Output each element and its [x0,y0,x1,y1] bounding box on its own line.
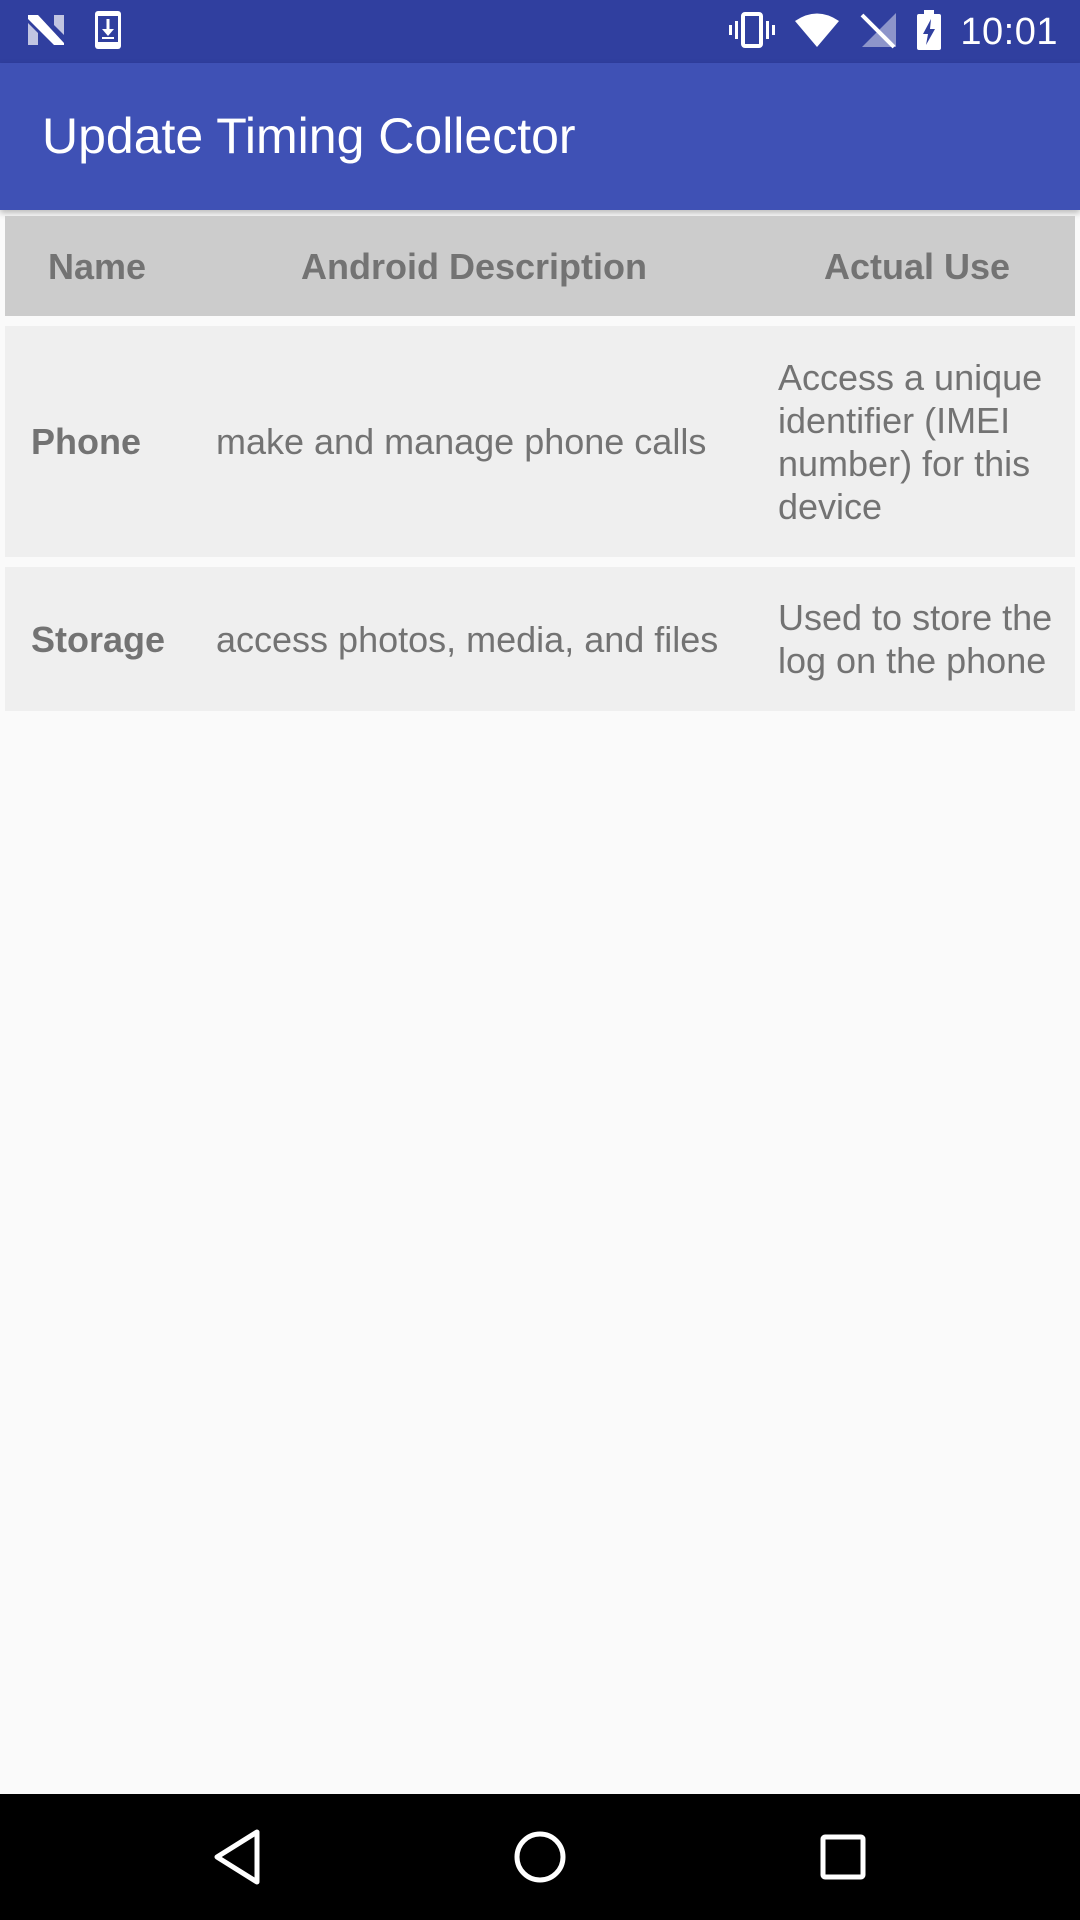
download-icon [94,10,122,55]
row-description: access photos, media, and files [216,618,719,660]
status-time: 10:01 [960,10,1058,53]
header-actual-use: Actual Use [823,245,1011,287]
row-name: Storage [31,618,166,660]
app-title: Update Timing Collector [42,108,576,164]
table-row: Phone make and manage phone calls Access… [5,326,1075,557]
battery-charging-icon [916,9,942,56]
app-bar: Update Timing Collector [0,63,1080,210]
status-bar-left [26,10,122,54]
back-icon[interactable] [205,1824,271,1890]
header-android-description: Android Description [300,245,647,287]
status-bar: 10:01 [0,0,1080,63]
header-name: Name [47,245,147,287]
vibrate-icon [728,11,776,53]
status-bar-right: 10:01 [728,9,1058,56]
table-row: Storage access photos, media, and files … [5,567,1075,711]
row-name: Phone [31,421,142,462]
permissions-table: Name Android Description Actual Use Phon… [5,216,1075,721]
row-description: make and manage phone calls [216,421,707,462]
table-header-row: Name Android Description Actual Use [5,216,1075,316]
navigation-bar [0,1794,1080,1920]
recents-icon[interactable] [810,1824,876,1890]
n-logo-icon [26,13,66,52]
wifi-icon [794,12,840,53]
row-actual-use: Access a unique identifier (IMEI number)… [778,356,1043,527]
row-actual-use: Used to store the log on the phone [778,597,1053,681]
home-icon[interactable] [507,1824,573,1890]
no-signal-icon [858,11,898,54]
